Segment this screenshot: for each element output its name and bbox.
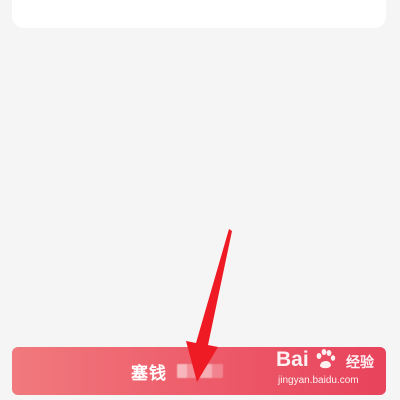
send-money-label: 塞钱 — [131, 363, 167, 384]
baidu-jingyan-watermark: Bai 经验 jingyan.baidu.com — [276, 348, 386, 390]
watermark-brand: Bai — [276, 348, 309, 371]
paw-logo-icon — [316, 349, 336, 369]
watermark-jingyan: 经验 — [346, 355, 374, 371]
blurred-amount — [177, 364, 223, 378]
top-card — [12, 0, 386, 28]
watermark-url: jingyan.baidu.com — [278, 375, 359, 386]
red-pointer-arrow-icon — [186, 229, 232, 382]
